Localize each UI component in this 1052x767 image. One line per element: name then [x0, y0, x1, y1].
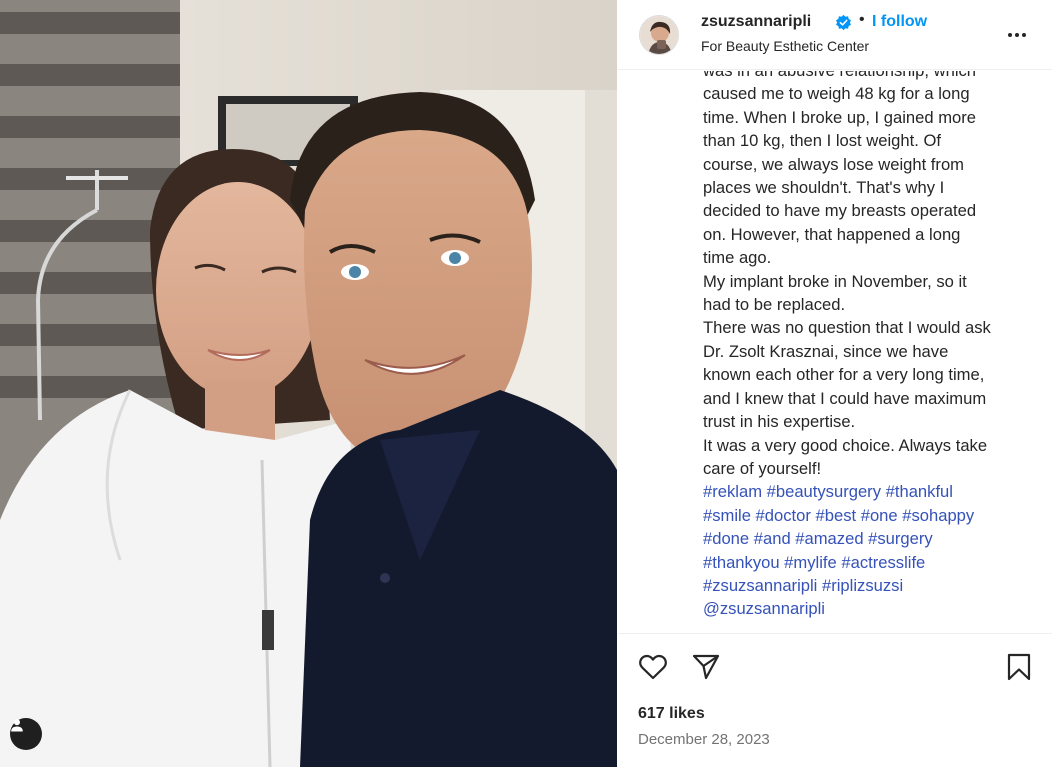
post-header: zsuzsannaripli • I follow For Beauty Est…	[618, 0, 1052, 70]
likes-count[interactable]: 617 likes	[638, 705, 705, 723]
caption-line: Dr. Zsolt Krasznai, since we have	[703, 341, 949, 361]
photo-illustration	[0, 0, 617, 767]
post-details-panel: zsuzsannaripli • I follow For Beauty Est…	[618, 0, 1052, 767]
caption-line: course, we always lose weight from	[703, 154, 964, 174]
verified-badge-icon	[836, 14, 851, 31]
follow-button[interactable]: I follow	[872, 13, 927, 31]
more-options-icon[interactable]	[1004, 22, 1030, 48]
caption-line: It was a very good choice. Always take	[703, 435, 988, 455]
hashtag-line[interactable]: #thankyou #mylife #actresslife	[703, 551, 1043, 574]
send-icon[interactable]	[691, 652, 721, 682]
caption-line: decided to have my breasts operated	[703, 201, 977, 221]
user-tag-icon	[11, 719, 23, 732]
caption-line: had to be replaced.	[703, 295, 846, 315]
divider	[618, 633, 1052, 634]
post-photo[interactable]	[0, 0, 617, 767]
caption-line: There was no question that I would ask	[703, 318, 991, 338]
caption-line: time. When I broke up, I gained more	[703, 107, 977, 127]
caption-line: trust in his expertise.	[703, 412, 856, 432]
location-link[interactable]: For Beauty Esthetic Center	[701, 38, 869, 54]
hashtag-line[interactable]: @zsuzsannaripli	[703, 597, 1043, 620]
separator-dot: •	[859, 11, 865, 28]
hashtag-line[interactable]: #done #and #amazed #surgery	[703, 527, 1043, 550]
hashtag-line[interactable]: #zsuzsannaripli #riplizsuzsi	[703, 574, 1043, 597]
post-date[interactable]: December 28, 2023	[638, 731, 770, 748]
hashtag-line[interactable]: #reklam #beautysurgery #thankful	[703, 480, 1043, 503]
caption-line: was in an abusive relationship, which	[703, 71, 1043, 82]
caption-line: known each other for a very long time,	[703, 365, 985, 385]
hashtag-block: #reklam #beautysurgery #thankful #smile #…	[703, 480, 1043, 620]
caption-line: and I knew that I could have maximum	[703, 388, 987, 408]
caption-line: time ago.	[703, 248, 772, 268]
caption-line: care of yourself!	[703, 458, 822, 478]
username-link[interactable]: zsuzsannaripli	[701, 13, 811, 31]
more-dot	[1015, 33, 1019, 37]
caption-body: caused me to weigh 48 kg for a long time.…	[703, 82, 1043, 480]
more-dot	[1008, 33, 1012, 37]
caption-line: on. However, that happened a long	[703, 224, 961, 244]
caption-line: places we shouldn't. That's why I	[703, 178, 945, 198]
caption-line: My implant broke in November, so it	[703, 271, 967, 291]
caption-scroll-area[interactable]: was in an abusive relationship, which ca…	[618, 71, 1052, 633]
hashtag-line[interactable]: #smile #doctor #best #one #sohappy	[703, 504, 1043, 527]
avatar-image	[640, 16, 678, 54]
caption-line: caused me to weigh 48 kg for a long	[703, 84, 970, 104]
more-dot	[1022, 33, 1026, 37]
avatar[interactable]	[639, 15, 679, 55]
heart-icon[interactable]	[638, 652, 668, 682]
bookmark-icon[interactable]	[1004, 652, 1034, 682]
post-caption: was in an abusive relationship, which ca…	[703, 71, 1043, 621]
caption-line: than 10 kg, then I lost weight. Of	[703, 131, 941, 151]
tagged-users-button[interactable]	[10, 718, 42, 750]
